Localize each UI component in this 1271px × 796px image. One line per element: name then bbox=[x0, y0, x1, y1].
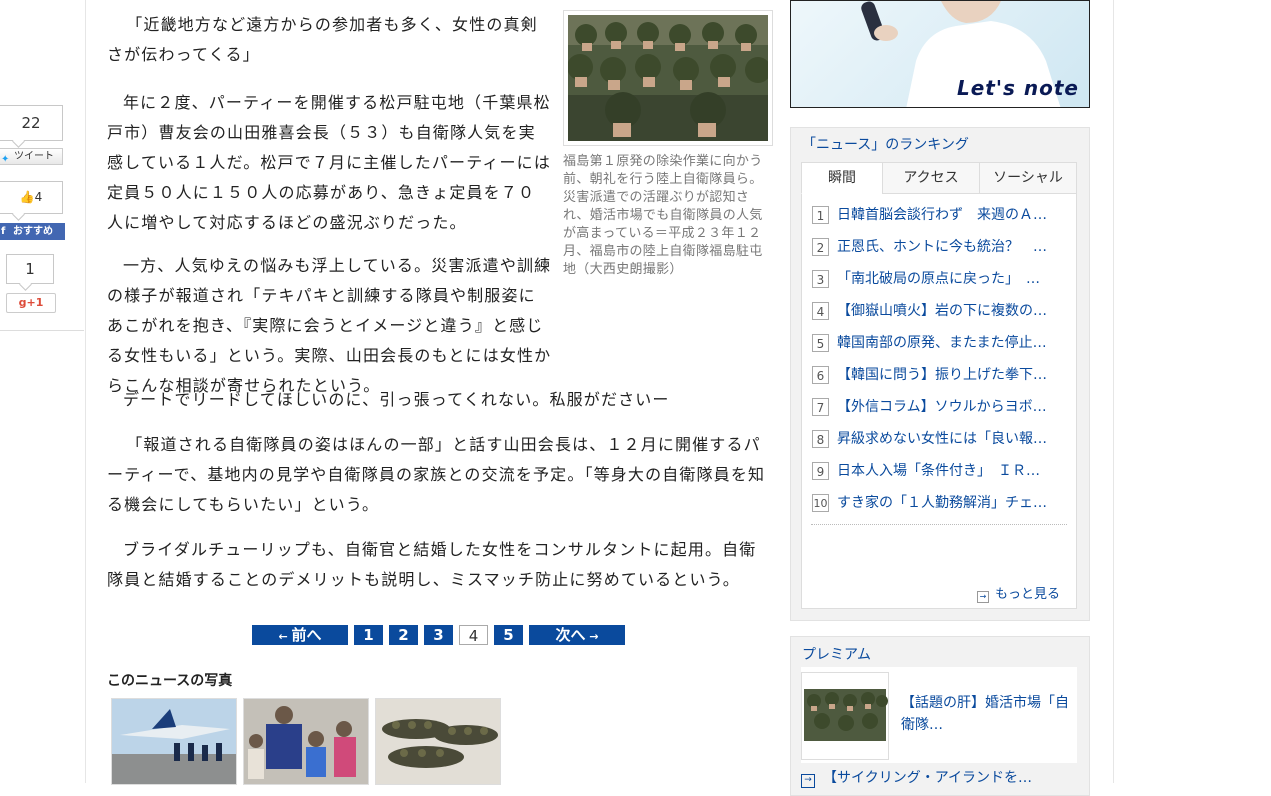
rank-text: 昇級求めない女性には「良い報… bbox=[837, 431, 1047, 447]
rank-text: 日韓首脳会談行わず 来週のＡ… bbox=[837, 207, 1047, 223]
article-photo bbox=[568, 15, 768, 141]
page-current-4: 4 bbox=[459, 625, 488, 645]
tab-instant[interactable]: 瞬間 bbox=[801, 162, 883, 194]
rank-number: 8 bbox=[812, 430, 829, 448]
ranking-divider bbox=[811, 524, 1067, 525]
ranking-item[interactable]: 2 正恩氏、ホントに今も統治？ … bbox=[811, 237, 1067, 269]
tweet-label: ツイート bbox=[14, 151, 54, 162]
facebook-count: 4 bbox=[34, 190, 43, 204]
ranking-item[interactable]: 5 韓国南部の原発、またまた停止… bbox=[811, 333, 1067, 365]
facebook-label: おすすめ bbox=[13, 226, 53, 237]
rank-text: すき家の「１人勤務解消」チェ… bbox=[837, 495, 1047, 511]
ranking-item[interactable]: 9 日本人入場「条件付き」 ＩＲ… bbox=[811, 461, 1067, 493]
article-paragraph: ブライダルチューリップも、自衛官と結婚した女性をコンサルタントに起用。自衛隊員と… bbox=[107, 540, 757, 589]
premium-thumb[interactable] bbox=[801, 672, 889, 760]
prev-page-button[interactable]: ← 前へ bbox=[252, 625, 348, 645]
ranking-item[interactable]: 8 昇級求めない女性には「良い報… bbox=[811, 429, 1067, 461]
rank-text: 「南北破局の原点に戻った」 … bbox=[837, 271, 1040, 287]
rank-number: 1 bbox=[812, 206, 829, 224]
ranking-item[interactable]: 1 日韓首脳会談行わず 来週のＡ… bbox=[811, 205, 1067, 237]
photo-thumb[interactable] bbox=[111, 698, 237, 785]
ranking-item[interactable]: 10 すき家の「１人勤務解消」チェ… bbox=[811, 493, 1067, 525]
premium-title: プレミアム bbox=[802, 647, 872, 663]
share-column: 22 ✦ ツイート 👍4 f おすすめ 1 g+1 bbox=[0, 0, 85, 783]
photo-thumb[interactable] bbox=[375, 698, 501, 785]
rank-text: 韓国南部の原発、またまた停止… bbox=[837, 335, 1047, 351]
photos-section-title: このニュースの写真 bbox=[107, 673, 233, 689]
premium-item-title[interactable]: 【話題の肝】婚活市場「自衛隊… bbox=[901, 692, 1079, 736]
ad-logo: Let's note bbox=[957, 76, 1079, 100]
premium-link[interactable]: → 【サイクリング・アイランドを… bbox=[801, 767, 1032, 788]
page-link-2[interactable]: 2 bbox=[389, 625, 418, 645]
next-label: 次へ bbox=[555, 626, 586, 644]
boats-photo bbox=[376, 699, 500, 784]
article-paragraph: 「報道される自衛隊員の姿はほんの一部」と話す山田会長は、１２月に開催するパーティ… bbox=[107, 435, 766, 514]
facebook-count-box: 👍4 bbox=[0, 181, 63, 214]
prev-label: 前へ bbox=[291, 626, 322, 644]
arrow-right-icon: → bbox=[585, 630, 599, 643]
article-paragraph: 年に２度、パーティーを開催する松戸駐屯地（千葉県松戸市）曹友会の山田雅喜会長（５… bbox=[107, 93, 551, 232]
photo-caption: 福島第１原発の除染作業に向かう前、朝礼を行う陸上自衛隊員ら。災害派遣での活躍ぶり… bbox=[563, 154, 763, 277]
ranking-item[interactable]: 4 【御嶽山噴火】岩の下に複数の… bbox=[811, 301, 1067, 333]
page-link-3[interactable]: 3 bbox=[424, 625, 453, 645]
article-paragraph: 「近畿地方など遠方からの参加者も多く、女性の真剣さが伝わってくる」 bbox=[107, 15, 538, 64]
ranking-item[interactable]: 6 【韓国に問う】振り上げた拳下… bbox=[811, 365, 1067, 397]
article-photo-frame[interactable] bbox=[563, 10, 773, 146]
rank-text: 【韓国に問う】振り上げた拳下… bbox=[837, 367, 1047, 383]
rank-text: 正恩氏、ホントに今も統治？ … bbox=[837, 239, 1047, 255]
gplus-count: 1 bbox=[6, 254, 54, 284]
gplus-button[interactable]: g+1 bbox=[6, 293, 56, 313]
twitter-bird-icon: ✦ bbox=[1, 154, 10, 165]
rank-number: 10 bbox=[812, 494, 829, 512]
rank-number: 3 bbox=[812, 270, 829, 288]
arrow-right-icon: → bbox=[801, 774, 815, 788]
tweet-button[interactable]: ✦ ツイート bbox=[0, 148, 63, 165]
ranking-item[interactable]: 3 「南北破局の原点に戻った」 … bbox=[811, 269, 1067, 301]
page-link-1[interactable]: 1 bbox=[354, 625, 383, 645]
facebook-recommend-button[interactable]: f おすすめ bbox=[0, 223, 65, 240]
rank-text: 【御嶽山噴火】岩の下に複数の… bbox=[837, 303, 1047, 319]
page-link-5[interactable]: 5 bbox=[494, 625, 523, 645]
gplus-icon: g bbox=[18, 296, 27, 309]
rank-number: 2 bbox=[812, 238, 829, 256]
share-separator bbox=[0, 330, 84, 331]
rank-text: 日本人入場「条件付き」 ＩＲ… bbox=[837, 463, 1040, 479]
rank-text: 【外信コラム】ソウルからヨボ… bbox=[837, 399, 1047, 415]
jet-photo bbox=[112, 699, 236, 784]
premium-link-label: 【サイクリング・アイランドを… bbox=[823, 770, 1033, 786]
arrow-left-icon: ← bbox=[278, 630, 292, 643]
gplus-label: +1 bbox=[26, 296, 44, 309]
rank-number: 7 bbox=[812, 398, 829, 416]
twitter-count: 22 bbox=[0, 105, 63, 141]
ranking-title: 「ニュース」のランキング bbox=[802, 137, 969, 153]
children-photo bbox=[244, 699, 368, 784]
rank-number: 6 bbox=[812, 366, 829, 384]
more-arrow-icon: → bbox=[977, 591, 989, 603]
more-link[interactable]: → もっと見る bbox=[977, 583, 1060, 603]
tab-access[interactable]: アクセス bbox=[882, 162, 980, 194]
rank-number: 4 bbox=[812, 302, 829, 320]
next-page-button[interactable]: 次へ → bbox=[529, 625, 625, 645]
facebook-icon: f bbox=[1, 226, 6, 237]
ranking-item[interactable]: 7 【外信コラム】ソウルからヨボ… bbox=[811, 397, 1067, 429]
article-paragraph: 一方、人気ゆえの悩みも浮上している。災害派遣や訓練の様子が報道され「テキパキと訓… bbox=[107, 256, 552, 395]
rank-number: 5 bbox=[812, 334, 829, 352]
thumbs-up-icon: 👍 bbox=[19, 190, 35, 204]
tab-social[interactable]: ソーシャル bbox=[979, 162, 1077, 194]
photo-thumb[interactable] bbox=[243, 698, 369, 785]
premium-photo bbox=[802, 673, 888, 759]
rank-number: 9 bbox=[812, 462, 829, 480]
article-paragraph: デートでリードしてほしいのに、引っ張ってくれない。私服がださいー bbox=[123, 390, 670, 409]
more-label: もっと見る bbox=[995, 587, 1061, 602]
